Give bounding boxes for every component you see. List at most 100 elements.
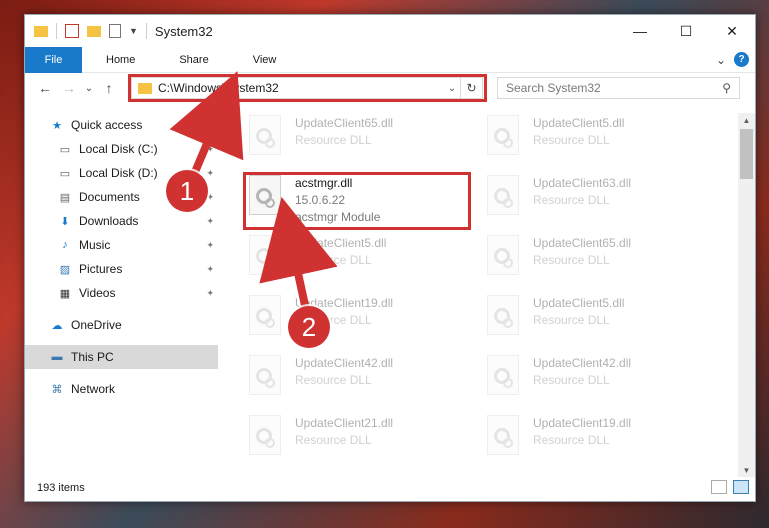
back-button[interactable]: ← bbox=[33, 77, 57, 99]
list-item[interactable]: UpdateClient5.dll Resource DLL bbox=[249, 235, 469, 283]
sidebar-item-label: Pictures bbox=[79, 262, 123, 276]
tab-file[interactable]: File bbox=[25, 46, 82, 73]
tab-share[interactable]: Share bbox=[151, 47, 224, 73]
folder-icon bbox=[34, 25, 48, 37]
sidebar-item-label: Local Disk (C:) bbox=[79, 142, 158, 156]
sidebar-item-pictures[interactable]: ▨ Pictures ✦ bbox=[25, 257, 218, 281]
file-name: UpdateClient42.dll bbox=[533, 356, 632, 370]
sidebar-item-music[interactable]: ♪ Music ✦ bbox=[25, 233, 218, 257]
navigation-pane: ★ Quick access ▭ Local Disk (C:) ✦ ▭ Loc… bbox=[25, 113, 218, 469]
sidebar-item-quick-access[interactable]: ★ Quick access bbox=[25, 113, 218, 137]
close-button[interactable]: ✕ bbox=[709, 15, 755, 47]
pin-icon: ✦ bbox=[206, 287, 214, 298]
search-icon[interactable]: ⚲ bbox=[722, 81, 731, 95]
dll-file-icon bbox=[487, 115, 519, 155]
file-list: UpdateClient65.dll Resource DLL acstmgr.d… bbox=[235, 113, 735, 469]
search-placeholder: Search System32 bbox=[506, 81, 601, 95]
file-type: Resource DLL bbox=[533, 193, 610, 207]
dll-file-icon bbox=[487, 295, 519, 335]
window-controls: — ☐ ✕ bbox=[617, 15, 755, 47]
list-item[interactable]: UpdateClient19.dll Resource DLL bbox=[487, 415, 707, 463]
file-name: UpdateClient19.dll bbox=[533, 416, 632, 430]
dll-file-icon bbox=[249, 235, 281, 275]
sidebar-item-videos[interactable]: ▦ Videos ✦ bbox=[25, 281, 218, 305]
list-item[interactable]: UpdateClient5.dll Resource DLL bbox=[487, 295, 707, 343]
sidebar-item-downloads[interactable]: ⬇ Downloads ✦ bbox=[25, 209, 218, 233]
sidebar-item-label: Network bbox=[71, 382, 116, 396]
sidebar-item-label: This PC bbox=[71, 350, 114, 364]
customize-toolbar-icon[interactable] bbox=[109, 24, 121, 38]
dll-file-icon bbox=[249, 415, 281, 455]
forward-button[interactable]: → bbox=[57, 77, 81, 99]
sidebar-item-local-disk-c[interactable]: ▭ Local Disk (C:) ✦ bbox=[25, 137, 218, 161]
file-type: Resource DLL bbox=[533, 133, 610, 147]
vertical-scrollbar[interactable]: ▲ ▼ bbox=[738, 113, 755, 477]
drive-icon: ▭ bbox=[59, 143, 71, 156]
details-view-icon[interactable] bbox=[711, 480, 727, 494]
minimize-button[interactable]: — bbox=[617, 15, 663, 47]
file-type: Resource DLL bbox=[295, 253, 372, 267]
dll-file-icon bbox=[487, 235, 519, 275]
step-marker-1: 1 bbox=[166, 170, 208, 212]
explorer-window: ▼ System32 — ☐ ✕ File Home Share View ⌄ … bbox=[24, 14, 756, 502]
file-type: Resource DLL bbox=[295, 433, 372, 447]
search-input[interactable]: Search System32 ⚲ bbox=[497, 77, 740, 99]
sidebar-item-network[interactable]: ⌘ Network bbox=[25, 377, 218, 401]
file-name: UpdateClient21.dll bbox=[295, 416, 394, 430]
item-count: 193 items bbox=[37, 482, 85, 494]
file-name: UpdateClient65.dll bbox=[295, 116, 394, 130]
videos-icon: ▦ bbox=[59, 287, 71, 300]
list-item[interactable]: UpdateClient42.dll Resource DLL bbox=[249, 355, 469, 403]
list-item[interactable]: UpdateClient19.dll Resource DLL bbox=[249, 295, 469, 343]
chevron-down-icon[interactable]: ▼ bbox=[129, 26, 138, 36]
tab-home[interactable]: Home bbox=[82, 47, 151, 73]
pin-icon: ✦ bbox=[206, 143, 214, 154]
file-type: Resource DLL bbox=[533, 433, 610, 447]
help-icon[interactable]: ? bbox=[734, 52, 749, 67]
sidebar-item-label: Local Disk (D:) bbox=[79, 166, 158, 180]
list-item[interactable]: UpdateClient63.dll Resource DLL bbox=[487, 175, 707, 223]
list-item[interactable]: UpdateClient5.dll Resource DLL bbox=[487, 115, 707, 163]
file-name: UpdateClient5.dll bbox=[533, 296, 625, 310]
up-button[interactable]: ↑ bbox=[97, 77, 121, 99]
view-toggle bbox=[711, 480, 749, 494]
address-highlight-box bbox=[128, 74, 487, 102]
new-folder-icon[interactable] bbox=[87, 25, 101, 37]
file-name: UpdateClient42.dll bbox=[295, 356, 394, 370]
navigation-bar: ← → ⌄ ↑ C:\Windows\System32 ⌄ ↻ Search S… bbox=[25, 73, 755, 103]
pin-icon: ✦ bbox=[206, 239, 214, 250]
dll-file-icon bbox=[249, 355, 281, 395]
tiles-view-icon[interactable] bbox=[733, 480, 749, 494]
list-item[interactable]: UpdateClient42.dll Resource DLL bbox=[487, 355, 707, 403]
divider bbox=[56, 23, 57, 39]
scrollbar-thumb[interactable] bbox=[740, 129, 753, 179]
maximize-button[interactable]: ☐ bbox=[663, 15, 709, 47]
pin-icon: ✦ bbox=[206, 263, 214, 274]
file-type: Resource DLL bbox=[533, 253, 610, 267]
dll-file-icon bbox=[249, 295, 281, 335]
scroll-up-icon[interactable]: ▲ bbox=[738, 113, 755, 127]
divider bbox=[145, 23, 147, 39]
list-item[interactable]: UpdateClient65.dll Resource DLL bbox=[487, 235, 707, 283]
list-item[interactable]: UpdateClient21.dll Resource DLL bbox=[249, 415, 469, 463]
tab-view[interactable]: View bbox=[225, 47, 293, 73]
sidebar-item-onedrive[interactable]: ☁ OneDrive bbox=[25, 313, 218, 337]
sidebar-item-label: Quick access bbox=[71, 118, 143, 132]
file-type: Resource DLL bbox=[295, 373, 372, 387]
network-icon: ⌘ bbox=[51, 383, 63, 396]
file-name: UpdateClient63.dll bbox=[533, 176, 632, 190]
title-bar: ▼ System32 — ☐ ✕ bbox=[25, 15, 755, 47]
sidebar-item-label: Music bbox=[79, 238, 111, 252]
dll-file-icon bbox=[487, 415, 519, 455]
pin-icon: ✦ bbox=[206, 167, 214, 178]
recent-locations-button[interactable]: ⌄ bbox=[81, 77, 97, 99]
status-bar: 193 items bbox=[25, 475, 755, 501]
list-item[interactable]: UpdateClient65.dll Resource DLL bbox=[249, 115, 469, 163]
dll-file-icon bbox=[487, 175, 519, 215]
properties-icon[interactable] bbox=[65, 24, 79, 38]
sidebar-item-this-pc[interactable]: ▬ This PC bbox=[25, 345, 218, 369]
expand-ribbon-icon[interactable]: ⌄ bbox=[716, 53, 726, 67]
